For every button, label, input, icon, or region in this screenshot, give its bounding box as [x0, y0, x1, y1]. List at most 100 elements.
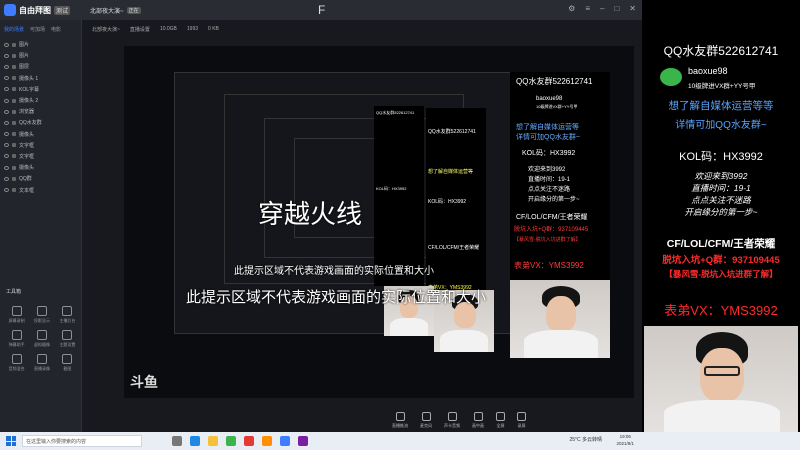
panel-games: CF/LOL/CFM/王者荣耀	[428, 245, 480, 251]
minimize-icon[interactable]: –	[600, 4, 604, 13]
qq-group-title: QQ水友群522612741	[663, 44, 779, 58]
visibility-icon[interactable]	[4, 132, 9, 137]
source-item[interactable]: 图层	[4, 61, 77, 72]
menu-icon[interactable]: ≡	[585, 4, 590, 13]
taskbar-search[interactable]: 在这里输入你要搜索的内容	[22, 435, 142, 447]
source-label: 浏览器	[19, 109, 35, 116]
tool-screenshot[interactable]: 截图	[55, 354, 80, 372]
source-item[interactable]: 图片	[4, 50, 77, 61]
tool-danmaku[interactable]: 弹幕助手	[4, 330, 29, 348]
preview-webcam	[510, 280, 610, 358]
browser-icon[interactable]	[244, 436, 254, 446]
microphone-icon	[421, 412, 431, 421]
tool-screen-record[interactable]: 屏幕录制	[4, 306, 29, 324]
game-icon[interactable]	[262, 436, 272, 446]
source-item[interactable]: 文字框	[4, 140, 77, 151]
tab-addable[interactable]: 可加场	[30, 26, 45, 33]
visibility-icon[interactable]	[4, 176, 9, 181]
source-item[interactable]: 文本框	[4, 184, 77, 195]
stream-preview-canvas[interactable]: QQ水友群522612741 KOL码：HX3992 QQ水友群52261274…	[124, 46, 634, 398]
tab-movie[interactable]: 电影	[51, 26, 61, 33]
tool-virtual-cam[interactable]: 虚拟摄像	[29, 330, 54, 348]
lock-icon[interactable]	[12, 42, 16, 47]
panel-kol: KOL码：HX3992	[376, 186, 407, 191]
source-label: 摄像头 2	[19, 98, 39, 105]
lock-icon[interactable]	[12, 98, 16, 103]
explorer-icon[interactable]	[208, 436, 218, 446]
maximize-icon[interactable]: □	[614, 4, 619, 13]
source-item[interactable]: 摄像头	[4, 129, 77, 140]
close-icon[interactable]: ✕	[629, 4, 636, 13]
source-item[interactable]: 文字框	[4, 151, 77, 162]
lock-icon[interactable]	[12, 87, 16, 92]
tool-live-record[interactable]: 直播录像	[29, 354, 54, 372]
visibility-icon[interactable]	[4, 42, 9, 47]
panel-handle-sub: 10级牌进VX群+YY号甲	[536, 104, 578, 109]
visibility-icon[interactable]	[4, 143, 9, 148]
windows-start-icon[interactable]	[6, 436, 16, 446]
record-icon	[36, 354, 47, 364]
source-item[interactable]: 摄像头	[4, 162, 77, 173]
ws-live-settings[interactable]: 直播设置	[130, 26, 150, 33]
ws-scene-name[interactable]: 北部夜大演~	[92, 26, 120, 33]
source-item[interactable]: 浏览器	[4, 106, 77, 117]
window-controls: ⚙ ≡ – □ ✕	[568, 4, 636, 13]
wechat-icon	[660, 68, 682, 86]
visibility-icon[interactable]	[4, 188, 9, 193]
visibility-icon[interactable]	[4, 154, 9, 159]
music-icon[interactable]	[298, 436, 308, 446]
lock-icon[interactable]	[12, 109, 16, 114]
source-item[interactable]: QQ群	[4, 173, 77, 184]
tool-audio-mix[interactable]: 音频混合	[4, 354, 29, 372]
scene-collection-name[interactable]: 北部夜大演~	[90, 6, 124, 15]
lock-icon[interactable]	[12, 143, 16, 148]
source-item[interactable]: 摄像头 1	[4, 73, 77, 84]
lock-icon[interactable]	[12, 64, 16, 69]
lock-icon[interactable]	[12, 53, 16, 58]
lock-icon[interactable]	[12, 154, 16, 159]
tool-theme[interactable]: 主题设置	[55, 330, 80, 348]
ctrl-label: 全屏	[496, 423, 505, 428]
tool-label: 虚拟摄像	[33, 342, 50, 347]
source-item[interactable]: QQ水友群	[4, 117, 77, 128]
settings-icon[interactable]: ⚙	[568, 4, 575, 13]
source-label: 摄像头	[19, 165, 35, 172]
screenshot-icon	[62, 354, 73, 364]
edge-icon[interactable]	[190, 436, 200, 446]
tool-backstage[interactable]: 主播后台	[55, 306, 80, 324]
lock-icon[interactable]	[12, 176, 16, 181]
taskview-icon[interactable]	[172, 436, 182, 446]
lock-icon[interactable]	[12, 165, 16, 170]
lock-icon[interactable]	[12, 76, 16, 81]
streamer-overlay-panel: QQ水友群522612741 baoxue98 10级牌进VX群+YY号甲 想了…	[642, 0, 800, 450]
lock-icon[interactable]	[12, 120, 16, 125]
preview-info-panel-small: QQ水友群522612741 KOL码：HX3992	[374, 106, 424, 286]
lock-icon[interactable]	[12, 188, 16, 193]
visibility-icon[interactable]	[4, 98, 9, 103]
visibility-icon[interactable]	[4, 120, 9, 125]
visibility-icon[interactable]	[4, 76, 9, 81]
panel-qq: QQ水友群522612741	[428, 129, 476, 135]
source-item[interactable]: KOL字幕	[4, 84, 77, 95]
chat-icon[interactable]	[226, 436, 236, 446]
source-label: KOL字幕	[19, 86, 40, 93]
qq-join-line: 脱坑入坑+Q群：937109445	[662, 255, 780, 266]
weather-widget[interactable]: 25°C 多云转晴	[569, 436, 602, 443]
ctrl-label: 麦克风	[420, 423, 432, 428]
taskbar-clock[interactable]: 19:06 2021/8/1	[616, 433, 634, 447]
visibility-icon[interactable]	[4, 64, 9, 69]
lock-icon[interactable]	[12, 132, 16, 137]
ctrl-label: 画中画	[472, 423, 484, 428]
visibility-icon[interactable]	[4, 165, 9, 170]
visibility-icon[interactable]	[4, 109, 9, 114]
source-item[interactable]: 摄像头 2	[4, 95, 77, 106]
windows-taskbar: 在这里输入你要搜索的内容	[0, 432, 800, 450]
tab-my-scenes[interactable]: 我的场景	[4, 26, 24, 33]
panel-storm: 【暴风雪-脱坑入坑进群了解】	[514, 237, 581, 243]
panel-click: 点点关注不迷路	[528, 187, 571, 193]
stream-app-icon[interactable]	[280, 436, 290, 446]
tool-projection[interactable]: 投影显示	[29, 306, 54, 324]
visibility-icon[interactable]	[4, 53, 9, 58]
visibility-icon[interactable]	[4, 87, 9, 92]
source-item[interactable]: 图片	[4, 39, 77, 50]
